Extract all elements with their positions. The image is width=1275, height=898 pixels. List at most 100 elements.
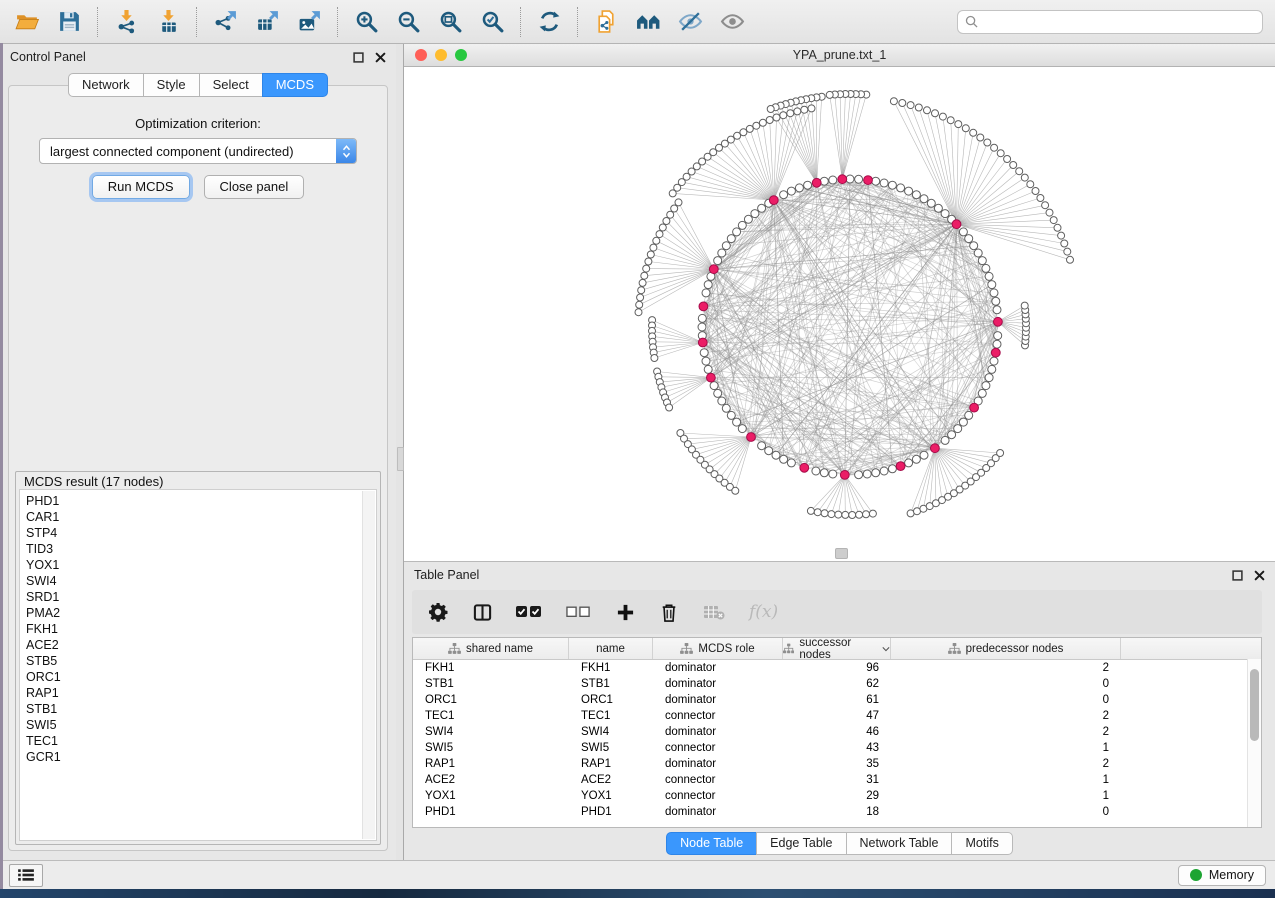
status-menu-button[interactable] (9, 864, 43, 887)
table-cell[interactable]: 1 (891, 788, 1121, 804)
column-header-MCDS-role[interactable]: MCDS role (653, 638, 783, 659)
add-icon[interactable] (615, 600, 635, 624)
mcds-node-item[interactable]: YOX1 (26, 557, 376, 573)
import-table-icon[interactable] (150, 5, 186, 39)
table-cell[interactable]: TEC1 (413, 708, 569, 724)
table-cell[interactable]: 0 (891, 692, 1121, 708)
columns-icon[interactable] (472, 600, 492, 624)
table-cell[interactable]: SWI5 (413, 740, 569, 756)
save-icon[interactable] (51, 5, 87, 39)
table-cell[interactable]: 43 (783, 740, 891, 756)
first-neighbors-icon[interactable] (630, 5, 666, 39)
table-cell[interactable]: 31 (783, 772, 891, 788)
deselect-all-icon[interactable] (566, 600, 591, 624)
close-panel-icon[interactable] (375, 52, 386, 63)
mcds-node-item[interactable]: ORC1 (26, 669, 376, 685)
table-row[interactable]: PHD1PHD1dominator180 (413, 804, 1261, 820)
mcds-list-scrollbar[interactable] (362, 491, 375, 839)
table-row[interactable]: ACE2ACE2connector311 (413, 772, 1261, 788)
window-zoom-button[interactable] (455, 49, 467, 61)
show-all-icon[interactable] (714, 5, 750, 39)
table-cell[interactable]: SWI4 (413, 724, 569, 740)
tab-style[interactable]: Style (143, 73, 200, 97)
float-table-panel-icon[interactable] (1232, 570, 1243, 581)
table-cell[interactable]: PHD1 (569, 804, 653, 820)
panel-splitter[interactable] (396, 44, 404, 860)
table-cell[interactable]: PHD1 (413, 804, 569, 820)
table-row[interactable]: SWI5SWI5connector431 (413, 740, 1261, 756)
table-cell[interactable]: connector (653, 788, 783, 804)
table-cell[interactable]: ACE2 (413, 772, 569, 788)
tab-select[interactable]: Select (199, 73, 263, 97)
table-cell[interactable]: ORC1 (413, 692, 569, 708)
table-cell[interactable]: FKH1 (569, 660, 653, 676)
mcds-node-item[interactable]: STB1 (26, 701, 376, 717)
table-cell[interactable]: connector (653, 708, 783, 724)
run-mcds-button[interactable]: Run MCDS (92, 175, 190, 199)
table-cell[interactable]: 47 (783, 708, 891, 724)
table-row[interactable]: FKH1FKH1dominator962 (413, 660, 1261, 676)
table-row[interactable]: STB1STB1dominator620 (413, 676, 1261, 692)
tab-network[interactable]: Network (68, 73, 144, 97)
table-cell[interactable]: 62 (783, 676, 891, 692)
mcds-node-item[interactable]: SWI4 (26, 573, 376, 589)
window-close-button[interactable] (415, 49, 427, 61)
table-cell[interactable]: 1 (891, 772, 1121, 788)
network-graph[interactable] (404, 67, 1275, 561)
table-cell[interactable]: RAP1 (413, 756, 569, 772)
mcds-node-item[interactable]: PMA2 (26, 605, 376, 621)
column-header-successor-nodes[interactable]: successor nodes (783, 638, 891, 659)
table-cell[interactable]: 2 (891, 724, 1121, 740)
mcds-node-item[interactable]: PHD1 (26, 493, 376, 509)
settings-icon[interactable] (428, 600, 448, 624)
table-cell[interactable]: connector (653, 772, 783, 788)
table-row[interactable]: TEC1TEC1connector472 (413, 708, 1261, 724)
table-cell[interactable]: dominator (653, 676, 783, 692)
table-row[interactable]: RAP1RAP1dominator352 (413, 756, 1261, 772)
table-cell[interactable]: 2 (891, 756, 1121, 772)
export-image-icon[interactable] (291, 5, 327, 39)
mcds-node-item[interactable]: CAR1 (26, 509, 376, 525)
table-row[interactable]: ORC1ORC1dominator610 (413, 692, 1261, 708)
open-icon[interactable] (9, 5, 45, 39)
table-cell[interactable]: 18 (783, 804, 891, 820)
table-cell[interactable]: FKH1 (413, 660, 569, 676)
table-row[interactable]: SWI4SWI4dominator462 (413, 724, 1261, 740)
mcds-node-item[interactable]: STB5 (26, 653, 376, 669)
network-hscroll-thumb[interactable] (835, 548, 848, 559)
table-cell[interactable]: STB1 (569, 676, 653, 692)
search-input[interactable] (983, 14, 1255, 30)
mcds-node-item[interactable]: TEC1 (26, 733, 376, 749)
mcds-node-item[interactable]: STP4 (26, 525, 376, 541)
window-minimize-button[interactable] (435, 49, 447, 61)
table-cell[interactable]: connector (653, 740, 783, 756)
node-table[interactable]: shared namenameMCDS rolesuccessor nodesp… (412, 637, 1262, 828)
memory-button[interactable]: Memory (1178, 865, 1266, 886)
table-cell[interactable]: 35 (783, 756, 891, 772)
column-header-shared-name[interactable]: shared name (413, 638, 569, 659)
export-table-icon[interactable] (249, 5, 285, 39)
tab-mcds[interactable]: MCDS (262, 73, 328, 97)
network-view[interactable] (404, 67, 1275, 561)
mcds-node-item[interactable]: SRD1 (26, 589, 376, 605)
table-cell[interactable]: SWI5 (569, 740, 653, 756)
table-cell[interactable]: 96 (783, 660, 891, 676)
export-network-icon[interactable] (207, 5, 243, 39)
table-cell[interactable]: 61 (783, 692, 891, 708)
close-panel-button[interactable]: Close panel (204, 175, 305, 199)
table-cell[interactable]: 1 (891, 740, 1121, 756)
table-cell[interactable]: ACE2 (569, 772, 653, 788)
optimization-criterion-dropdown[interactable]: largest connected component (undirected) (39, 138, 357, 164)
table-scrollbar[interactable] (1247, 659, 1261, 827)
zoom-out-icon[interactable] (390, 5, 426, 39)
column-header-name[interactable]: name (569, 638, 653, 659)
float-panel-icon[interactable] (353, 52, 364, 63)
tab-motifs[interactable]: Motifs (951, 832, 1012, 855)
splitter-grip[interactable] (397, 447, 404, 471)
tab-network-table[interactable]: Network Table (846, 832, 953, 855)
table-cell[interactable]: dominator (653, 692, 783, 708)
table-scrollbar-thumb[interactable] (1250, 669, 1259, 741)
column-header-predecessor-nodes[interactable]: predecessor nodes (891, 638, 1121, 659)
mcds-node-item[interactable]: RAP1 (26, 685, 376, 701)
table-cell[interactable]: dominator (653, 724, 783, 740)
